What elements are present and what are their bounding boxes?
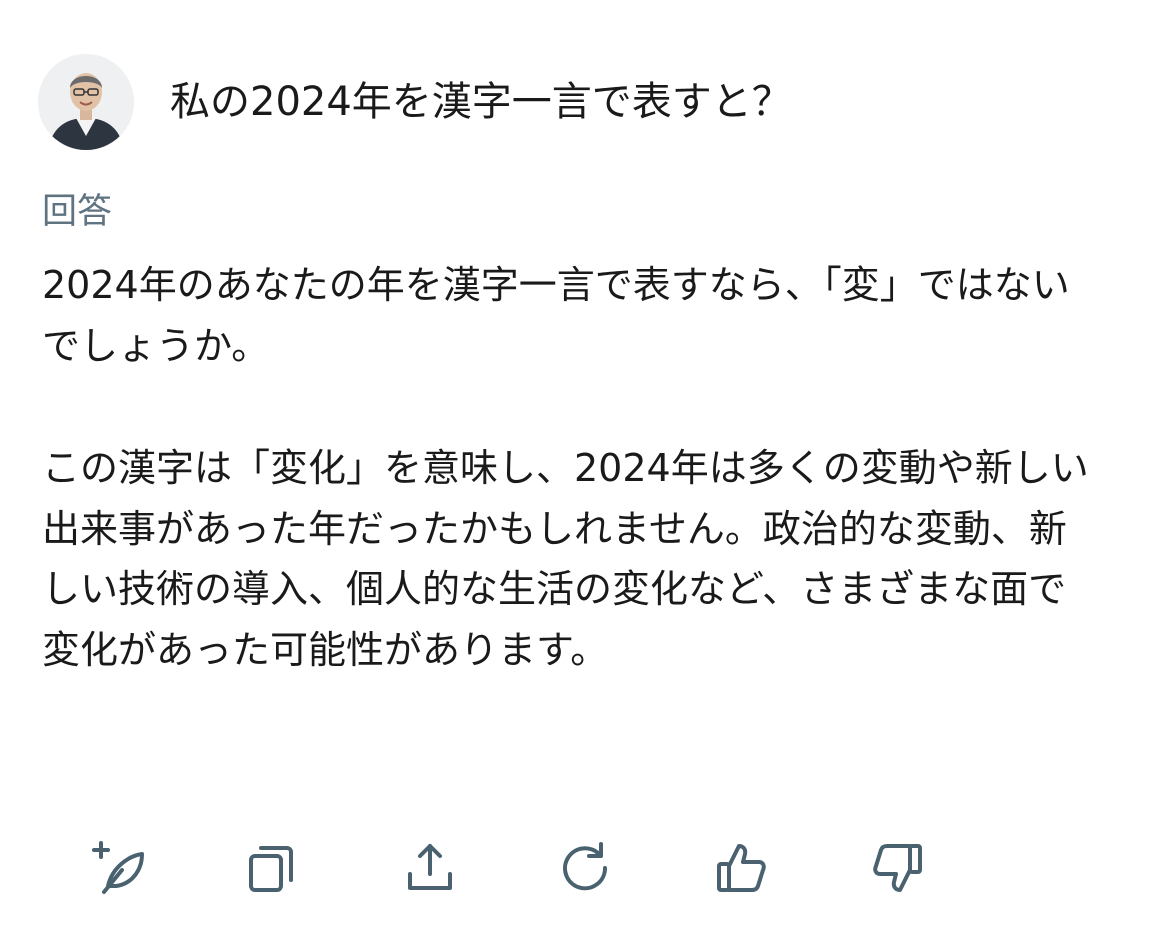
- share-icon: [408, 844, 452, 890]
- add-feather-icon: [92, 841, 144, 894]
- add-feather-button[interactable]: [90, 838, 150, 898]
- avatar-image: [38, 54, 134, 150]
- share-button[interactable]: [400, 838, 460, 898]
- regenerate-icon: [563, 842, 608, 891]
- question-text: 私の2024年を漢字一言で表すと？: [170, 79, 792, 125]
- answer-paragraph: 2024年のあなたの年を漢字一言で表すなら、「変」ではないでしょうか。: [42, 263, 1070, 368]
- avatar: [38, 54, 134, 150]
- answer-body: 2024年のあなたの年を漢字一言で表すなら、「変」ではないでしょうか。 この漢字…: [42, 255, 1102, 680]
- answer-label: 回答: [42, 192, 113, 232]
- question-row: 私の2024年を漢字一言で表すと？: [38, 54, 792, 150]
- copy-button[interactable]: [243, 838, 303, 898]
- answer-paragraph: この漢字は「変化」を意味し、2024年は多くの変動や新しい出来事があった年だった…: [42, 446, 1089, 672]
- regenerate-button[interactable]: [555, 838, 615, 898]
- action-bar: [0, 838, 1170, 898]
- thumbs-down-icon: [873, 844, 922, 892]
- copy-icon: [249, 846, 293, 892]
- thumbs-up-button[interactable]: [711, 838, 771, 898]
- thumbs-up-icon: [717, 844, 766, 892]
- thumbs-down-button[interactable]: [868, 838, 928, 898]
